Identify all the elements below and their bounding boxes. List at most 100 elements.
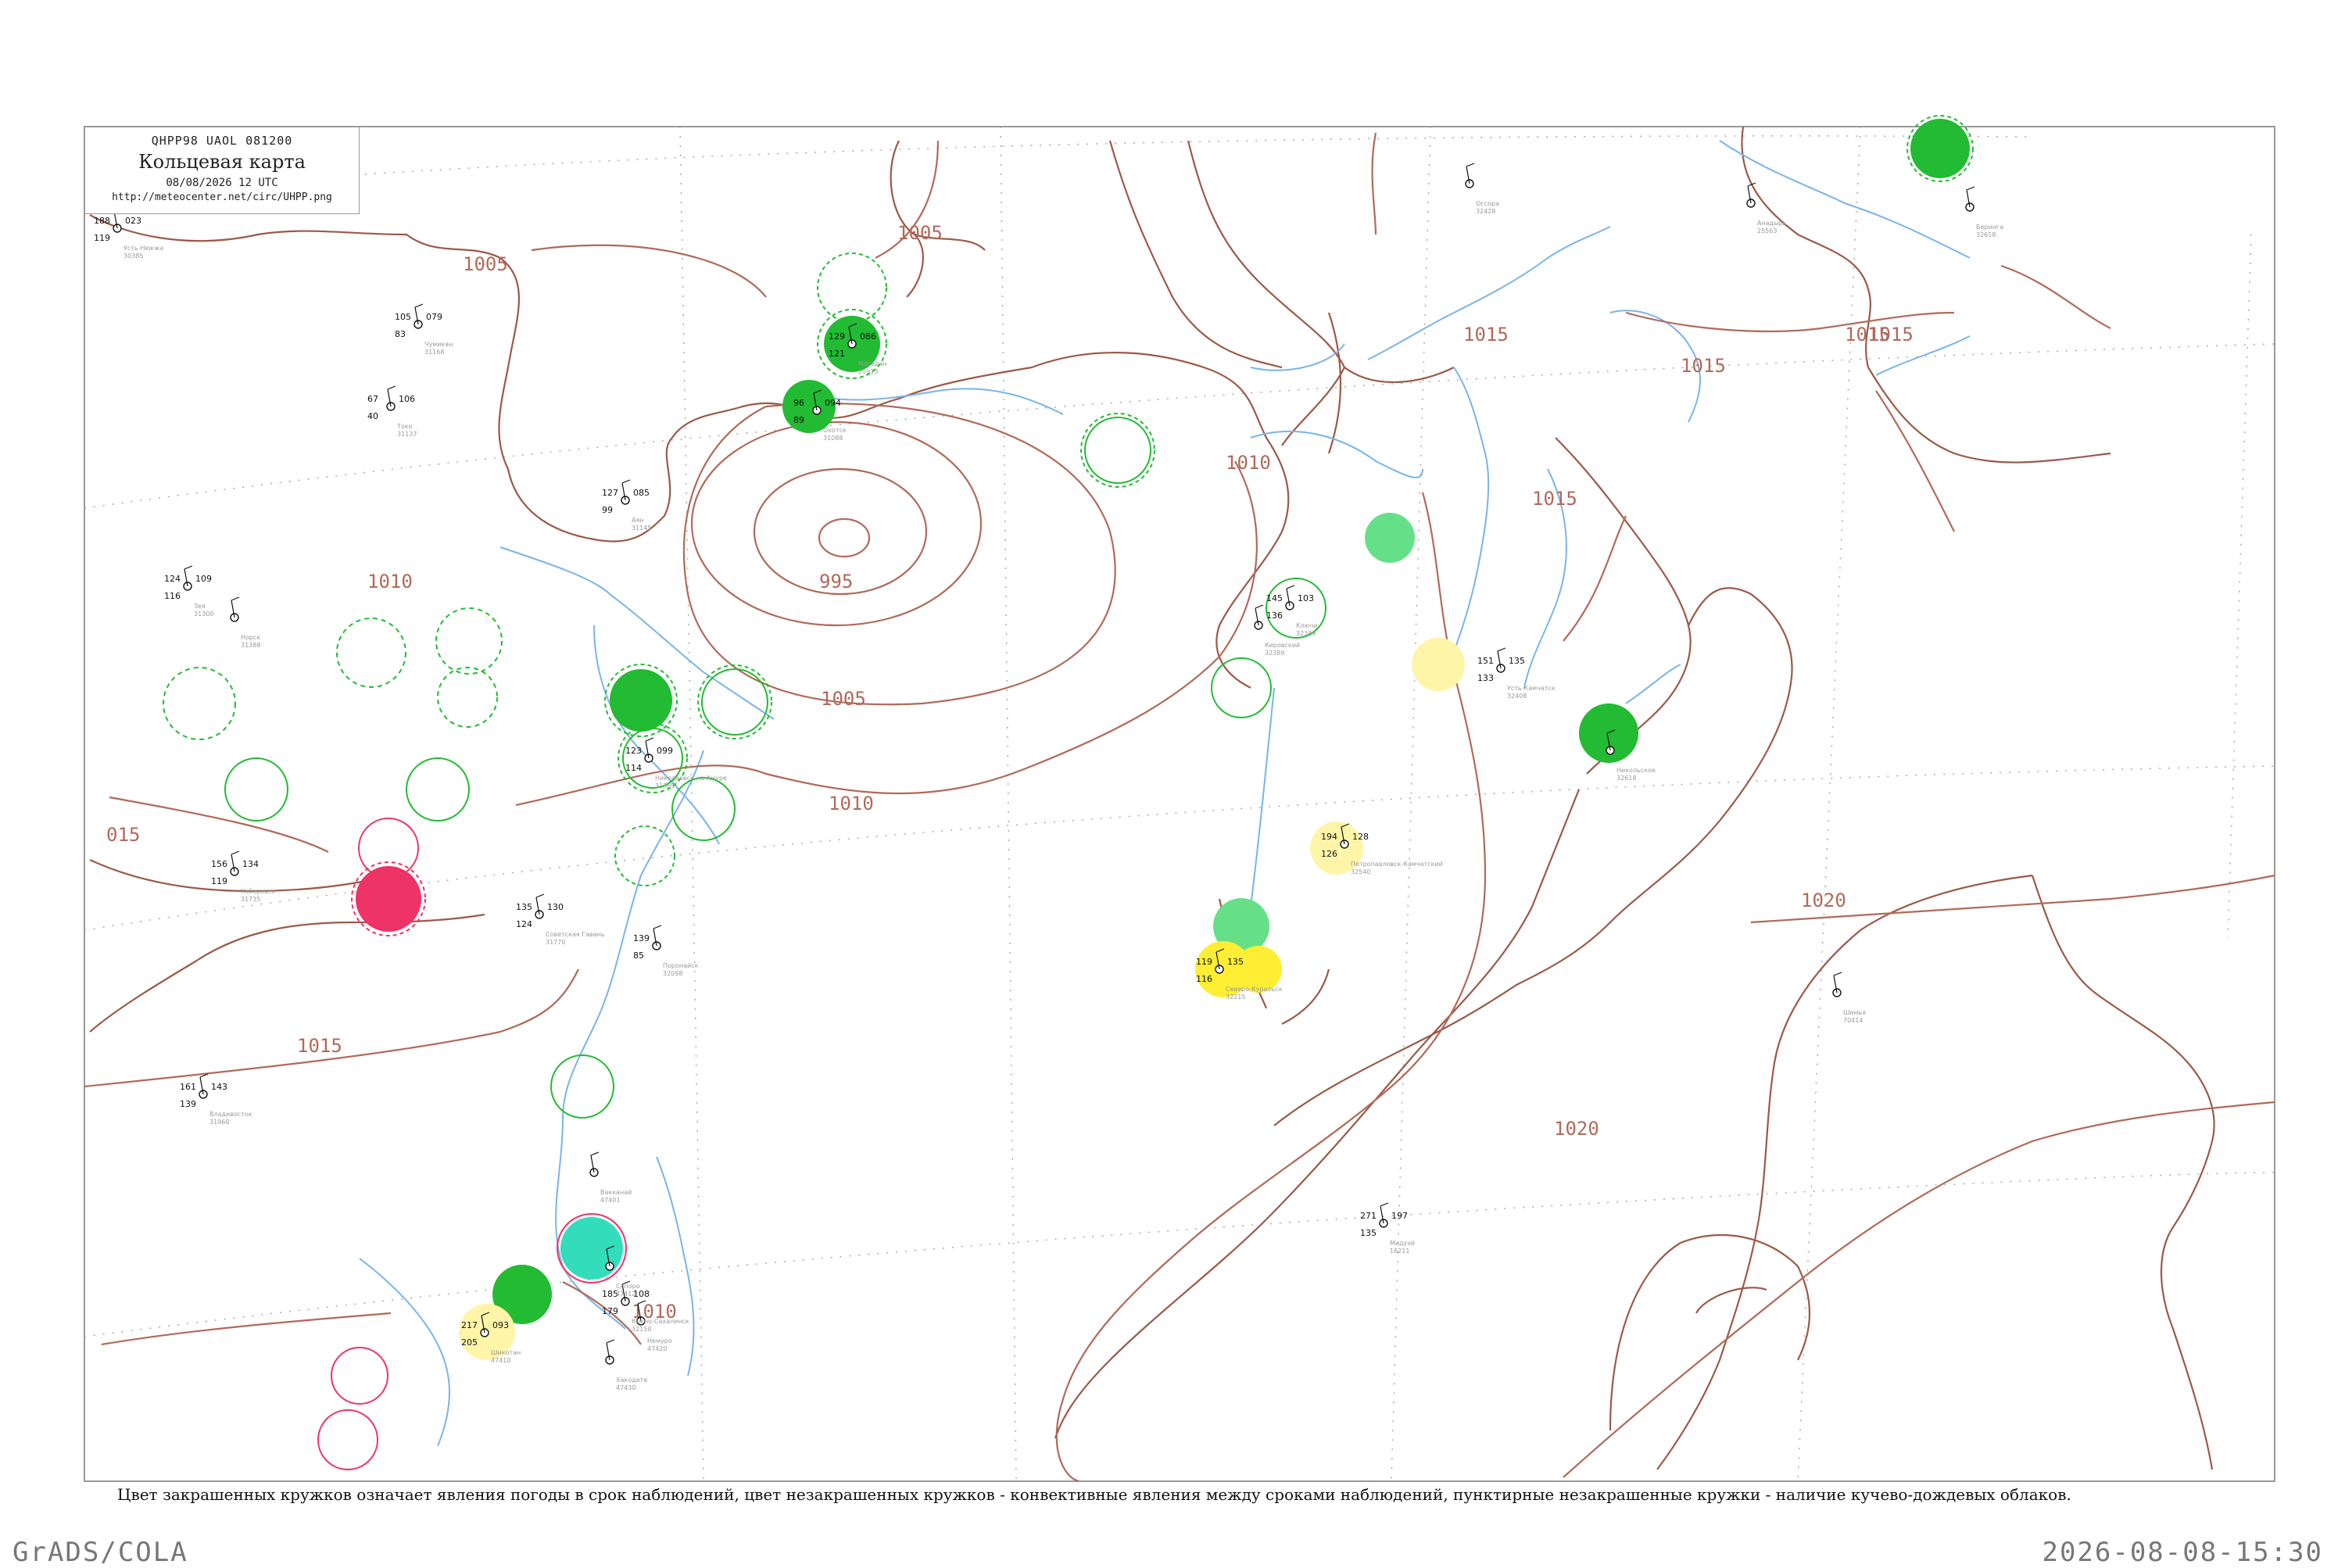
station-plot[interactable] bbox=[230, 596, 240, 622]
station-plot[interactable]: 105 079 83 bbox=[395, 303, 442, 339]
outline-circle-green[interactable] bbox=[406, 757, 470, 822]
station-dewpoint: 126 bbox=[1321, 849, 1337, 859]
filled-circle-pale-yellow[interactable] bbox=[1412, 638, 1465, 691]
station-name: Петропавловск-Камчатский bbox=[1351, 861, 1443, 868]
station-plot[interactable]: 135 130 124 bbox=[516, 893, 564, 929]
outline-circle-green[interactable] bbox=[671, 777, 736, 841]
station-name: Шикотан bbox=[491, 1349, 521, 1356]
station-name: Токо bbox=[396, 423, 413, 430]
outline-circle-green[interactable] bbox=[701, 668, 768, 736]
station-name: Немуро bbox=[647, 1337, 672, 1344]
isobar-label: 1015 bbox=[1532, 488, 1577, 510]
station-name: Ключи bbox=[1296, 622, 1317, 629]
station-pressure: 106 bbox=[399, 394, 415, 404]
station-id: 32428 bbox=[1476, 208, 1495, 215]
legend-code: QHPP98 UAOL 081200 bbox=[151, 134, 293, 148]
station-name: Советская Гавань bbox=[546, 931, 605, 938]
station-plot[interactable]: 151 135 133 bbox=[1477, 647, 1525, 683]
station-temperature: 67 bbox=[367, 394, 378, 404]
station-temperature: 124 bbox=[164, 574, 181, 584]
isobar-label: 995 bbox=[819, 571, 853, 592]
outline-circle-green[interactable] bbox=[817, 252, 887, 323]
isobar-label: 1020 bbox=[1554, 1118, 1599, 1140]
station-name: Усть-Нюкжа bbox=[124, 245, 163, 252]
station-dewpoint: 85 bbox=[633, 950, 644, 961]
station-plot[interactable] bbox=[589, 1151, 600, 1177]
station-plot[interactable] bbox=[1965, 186, 1975, 212]
station-name: Охотск bbox=[823, 427, 847, 434]
outline-circle-green[interactable] bbox=[1084, 417, 1151, 484]
station-temperature: 119 bbox=[1196, 957, 1212, 967]
station-plot[interactable]: 161 143 139 bbox=[180, 1073, 227, 1109]
station-plot[interactable] bbox=[1254, 604, 1264, 630]
map-legend: QHPP98 UAOL 081200 Кольцевая карта 08/08… bbox=[84, 127, 360, 214]
legend-url[interactable]: http://meteocenter.net/circ/UHPP.png bbox=[85, 192, 359, 203]
isobar-label: 1005 bbox=[897, 222, 943, 244]
station-temperature: 127 bbox=[602, 488, 618, 498]
isobar-label: 1010 bbox=[829, 793, 874, 814]
station-plot[interactable] bbox=[1832, 972, 1842, 997]
outline-circle-green[interactable] bbox=[224, 757, 288, 822]
filled-circle-green[interactable] bbox=[1910, 119, 1970, 178]
legend-title: Кольцевая карта bbox=[138, 151, 306, 173]
filled-circle-light-green[interactable] bbox=[1365, 513, 1415, 563]
station-dewpoint: 205 bbox=[461, 1337, 478, 1348]
station-plot[interactable] bbox=[1465, 163, 1475, 188]
station-name: Магадан bbox=[858, 360, 887, 367]
station-plots: 188 023 119 124 109 116 67 106 40 105 079 83 127 085 9… bbox=[94, 163, 1975, 1365]
station-temperature: 161 bbox=[180, 1082, 196, 1092]
outline-circle-green[interactable] bbox=[435, 607, 503, 675]
station-name: Усть-Камчатск bbox=[1507, 685, 1556, 692]
station-plot[interactable]: 271 197 135 bbox=[1360, 1202, 1408, 1238]
outline-circle-green[interactable] bbox=[550, 1054, 614, 1119]
station-name: Оссора bbox=[1476, 200, 1499, 207]
station-dewpoint: 99 bbox=[602, 505, 613, 515]
isobar-label: 1005 bbox=[463, 253, 508, 275]
station-plot[interactable]: 67 106 40 bbox=[367, 385, 415, 421]
outline-circle-green[interactable] bbox=[1211, 657, 1272, 718]
station-name: Поронайск bbox=[663, 962, 699, 969]
outline-circle-green[interactable] bbox=[163, 667, 236, 740]
outline-circle-green[interactable] bbox=[336, 618, 406, 688]
station-plot[interactable]: 139 85 bbox=[633, 925, 662, 961]
station-pressure: 094 bbox=[825, 398, 841, 408]
outline-circle-red[interactable] bbox=[317, 1409, 378, 1470]
filled-circle-red[interactable] bbox=[356, 866, 421, 932]
station-dewpoint: 179 bbox=[602, 1306, 618, 1316]
station-plot[interactable]: 124 109 116 bbox=[164, 565, 212, 601]
station-pressure: 103 bbox=[1298, 593, 1314, 603]
station-id: 31168 bbox=[424, 349, 444, 356]
station-dewpoint: 136 bbox=[1266, 610, 1283, 621]
station-id: 31960 bbox=[209, 1119, 229, 1126]
station-id: 32098 bbox=[663, 970, 682, 977]
station-plot[interactable]: 156 134 119 bbox=[211, 850, 259, 886]
station-name: Южно-Сахалинск bbox=[632, 1318, 689, 1325]
station-dewpoint: 135 bbox=[1360, 1228, 1377, 1238]
station-id: 30385 bbox=[124, 252, 143, 260]
station-id: 25563 bbox=[1757, 227, 1777, 234]
station-plot[interactable]: 127 085 99 bbox=[602, 479, 650, 515]
station-plot[interactable] bbox=[1746, 182, 1756, 208]
outline-circle-red[interactable] bbox=[331, 1347, 388, 1405]
station-pressure: 135 bbox=[1227, 957, 1244, 967]
station-name: Мидуэй bbox=[1390, 1240, 1415, 1247]
station-id: 32215 bbox=[1226, 993, 1245, 1001]
station-pressure: 130 bbox=[547, 902, 564, 912]
station-dewpoint: 40 bbox=[367, 411, 378, 421]
station-id: 70414 bbox=[1843, 1017, 1863, 1024]
filled-circle-green[interactable] bbox=[610, 669, 672, 732]
station-plot[interactable]: 145 103 136 bbox=[1266, 585, 1314, 621]
station-dewpoint: 139 bbox=[180, 1099, 196, 1109]
filled-circle-cyan[interactable] bbox=[560, 1217, 623, 1280]
station-temperature: 96 bbox=[793, 398, 804, 408]
outline-circle-green[interactable] bbox=[437, 667, 498, 728]
station-name: Беринга bbox=[1976, 224, 2003, 231]
station-name: Николаевск-на-Амуре bbox=[655, 775, 727, 782]
station-pressure: 085 bbox=[633, 488, 650, 498]
station-plot[interactable] bbox=[605, 1339, 615, 1365]
outline-circle-green[interactable] bbox=[614, 825, 675, 886]
station-temperature: 105 bbox=[395, 312, 411, 322]
legend-datetime: 08/08/2026 12 UTC bbox=[166, 177, 278, 189]
footer-timestamp: 2026-08-08-15:30 bbox=[2042, 1537, 2323, 1568]
station-plot[interactable]: 123 099 114 bbox=[625, 737, 673, 773]
